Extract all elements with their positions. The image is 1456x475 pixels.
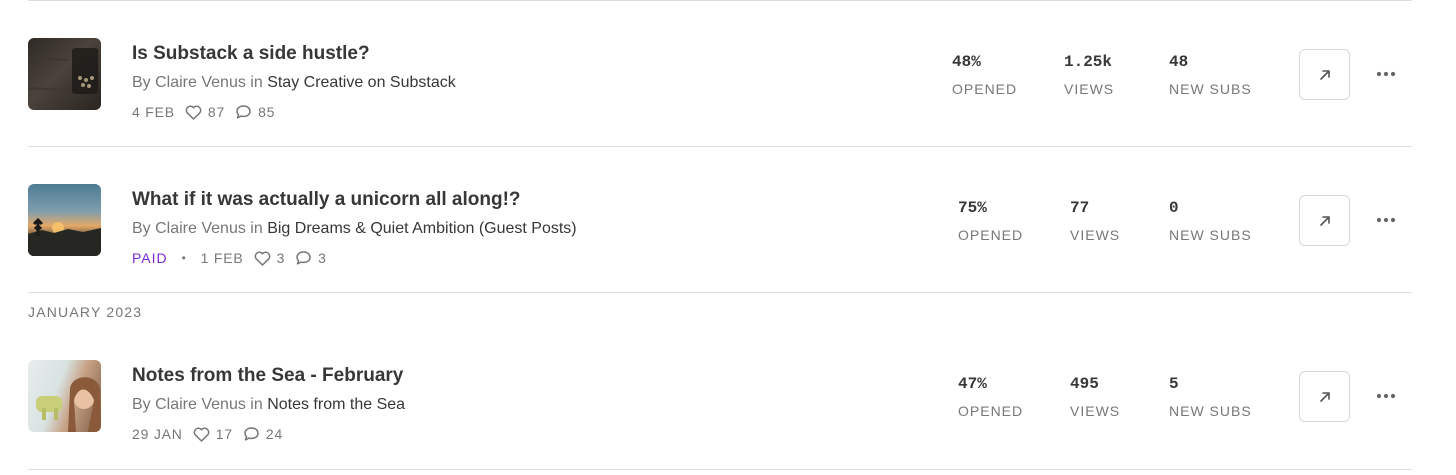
arrow-up-right-icon	[1319, 391, 1330, 402]
heart-icon	[254, 251, 271, 266]
stat-views: 495 VIEWS	[1070, 375, 1120, 419]
stat-views-value: 77	[1070, 199, 1090, 217]
byline-author: By Claire Venus in	[132, 74, 263, 91]
open-post-button[interactable]	[1299, 195, 1350, 246]
post-title[interactable]: What if it was actually a unicorn all al…	[132, 189, 521, 211]
post-row[interactable]: Is Substack a side hustle? By Claire Ven…	[0, 38, 1456, 128]
stat-new-subs-value: 48	[1169, 53, 1189, 71]
stat-new-subs-label: NEW SUBS	[1169, 81, 1252, 97]
arrow-up-right-icon	[1319, 215, 1330, 226]
post-meta: 29 JAN 17 24	[132, 425, 283, 443]
arrow-up-right-icon	[1319, 69, 1330, 80]
post-row[interactable]: Notes from the Sea - February By Claire …	[0, 360, 1456, 450]
comments-count: 24	[265, 426, 284, 442]
stat-views-label: VIEWS	[1070, 403, 1121, 419]
stat-new-subs-value: 0	[1169, 199, 1179, 217]
stat-views-value: 495	[1070, 375, 1099, 393]
post-thumbnail[interactable]	[28, 360, 101, 432]
stat-new-subs: 0 NEW SUBS	[1169, 199, 1252, 243]
post-title[interactable]: Notes from the Sea - February	[132, 365, 403, 387]
post-meta: 4 FEB 87 85	[132, 103, 275, 121]
stat-opened-label: OPENED	[958, 227, 1024, 243]
stat-opened: 47% OPENED	[958, 375, 1023, 419]
more-options-button[interactable]	[1373, 387, 1399, 405]
stat-new-subs: 48 NEW SUBS	[1169, 53, 1252, 97]
post-meta: PAID • 1 FEB 3 3	[132, 249, 327, 267]
stat-views-value: 1.25k	[1064, 53, 1113, 71]
heart-icon	[185, 105, 202, 120]
likes-count: 87	[207, 104, 226, 120]
post-date: 29 JAN	[132, 426, 183, 442]
likes-count: 17	[215, 426, 233, 442]
comments-count: 3	[318, 250, 327, 266]
sunset-image	[28, 217, 101, 256]
post-date: 1 FEB	[200, 250, 244, 266]
comment-icon	[243, 426, 260, 442]
byline-publication[interactable]: Notes from the Sea	[267, 396, 405, 413]
stat-opened-label: OPENED	[958, 403, 1024, 419]
paid-badge: PAID	[132, 250, 168, 266]
likes-count: 3	[276, 250, 286, 266]
more-options-button[interactable]	[1373, 65, 1399, 83]
post-byline: By Claire Venus in Stay Creative on Subs…	[132, 74, 456, 92]
portrait-image	[36, 377, 101, 432]
comment-icon	[295, 250, 312, 266]
stat-opened: 48% OPENED	[952, 53, 1017, 97]
ellipsis-icon	[1376, 217, 1396, 223]
top-divider	[28, 0, 1412, 1]
meta-separator: •	[181, 251, 187, 265]
byline-publication[interactable]: Stay Creative on Substack	[267, 74, 456, 91]
stat-views-label: VIEWS	[1070, 227, 1121, 243]
stat-views: 1.25k VIEWS	[1064, 53, 1114, 97]
byline-author: By Claire Venus in	[132, 396, 263, 413]
post-row[interactable]: What if it was actually a unicorn all al…	[0, 184, 1456, 274]
row-divider	[28, 146, 1412, 147]
comment-icon	[235, 104, 252, 120]
stat-opened-label: OPENED	[952, 81, 1018, 97]
typewriter-image	[28, 48, 98, 94]
open-post-button[interactable]	[1299, 49, 1350, 100]
post-byline: By Claire Venus in Notes from the Sea	[132, 396, 405, 414]
row-divider	[28, 292, 1412, 293]
stat-views: 77 VIEWS	[1070, 199, 1120, 243]
bottom-divider	[28, 469, 1412, 470]
post-byline: By Claire Venus in Big Dreams & Quiet Am…	[132, 220, 577, 238]
comments-count: 85	[258, 104, 276, 120]
ellipsis-icon	[1376, 71, 1396, 77]
stat-new-subs-value: 5	[1169, 375, 1179, 393]
post-date: 4 FEB	[132, 104, 175, 120]
byline-publication[interactable]: Big Dreams & Quiet Ambition (Guest Posts…	[267, 220, 576, 237]
open-post-button[interactable]	[1299, 371, 1350, 422]
month-section-heading: JANUARY 2023	[28, 304, 143, 320]
post-thumbnail[interactable]	[28, 184, 101, 256]
stat-opened-value: 75%	[958, 199, 987, 217]
byline-author: By Claire Venus in	[132, 220, 263, 237]
stat-new-subs: 5 NEW SUBS	[1169, 375, 1252, 419]
stat-new-subs-label: NEW SUBS	[1169, 227, 1252, 243]
stat-views-label: VIEWS	[1064, 81, 1115, 97]
stat-opened-value: 47%	[958, 375, 987, 393]
post-title[interactable]: Is Substack a side hustle?	[132, 43, 370, 65]
ellipsis-icon	[1376, 393, 1396, 399]
heart-icon	[193, 427, 210, 442]
stat-new-subs-label: NEW SUBS	[1169, 403, 1252, 419]
stat-opened-value: 48%	[952, 53, 981, 71]
stat-opened: 75% OPENED	[958, 199, 1023, 243]
more-options-button[interactable]	[1373, 211, 1399, 229]
post-thumbnail[interactable]	[28, 38, 101, 110]
